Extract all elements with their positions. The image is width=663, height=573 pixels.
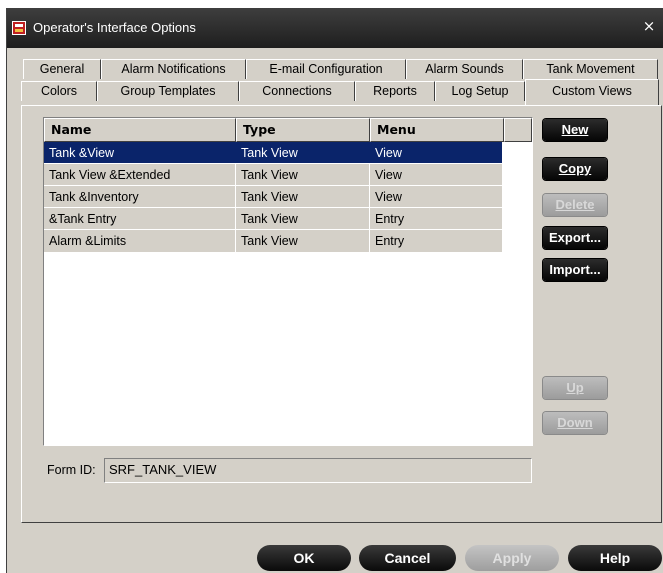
list-header: Name Type Menu xyxy=(44,118,532,142)
column-header-filler xyxy=(504,118,532,142)
import-button[interactable]: Import... xyxy=(543,259,607,281)
row-divider xyxy=(44,185,502,186)
cell-type: Tank View xyxy=(241,168,298,182)
window-title: Operator's Interface Options xyxy=(33,20,196,35)
ok-button[interactable]: OK xyxy=(257,545,351,571)
new-button[interactable]: New xyxy=(543,119,607,141)
column-header-menu[interactable]: Menu xyxy=(370,118,504,142)
new-button-label: New xyxy=(561,122,589,137)
tab-group-templates[interactable]: Group Templates xyxy=(97,81,239,101)
cell-name: Tank &Inventory xyxy=(49,190,139,204)
cell-menu: Entry xyxy=(375,234,405,248)
cell-name: Tank &View xyxy=(49,146,115,160)
row-divider xyxy=(44,229,502,230)
tab-tank-movement[interactable]: Tank Movement xyxy=(523,59,658,79)
cell-menu: View xyxy=(375,146,402,160)
row-divider xyxy=(44,207,502,208)
tab-reports[interactable]: Reports xyxy=(355,81,435,101)
move-up-button[interactable]: Up xyxy=(543,377,607,399)
tab-general[interactable]: General xyxy=(23,59,101,79)
row-divider xyxy=(44,163,502,164)
app-icon xyxy=(12,21,26,35)
cell-type: Tank View xyxy=(241,212,298,226)
list-row[interactable]: Alarm &Limits Tank View Entry xyxy=(44,230,502,252)
copy-button[interactable]: Copy xyxy=(543,158,607,180)
tab-colors[interactable]: Colors xyxy=(21,81,97,101)
tab-email-configuration[interactable]: E-mail Configuration xyxy=(246,59,406,79)
list-row[interactable]: Tank View &Extended Tank View View xyxy=(44,164,502,186)
help-button[interactable]: Help xyxy=(568,545,662,571)
title-bar[interactable]: Operator's Interface Options × xyxy=(7,8,663,48)
cell-type: Tank View xyxy=(241,190,298,204)
move-down-button-label: Down xyxy=(557,415,593,430)
cell-name: Alarm &Limits xyxy=(49,234,127,248)
cell-menu: Entry xyxy=(375,212,405,226)
apply-button[interactable]: Apply xyxy=(465,545,559,571)
tab-custom-views[interactable]: Custom Views xyxy=(525,79,659,105)
form-id-field[interactable]: SRF_TANK_VIEW xyxy=(104,458,532,483)
cell-name: &Tank Entry xyxy=(49,212,117,226)
list-row[interactable]: Tank &View Tank View View xyxy=(44,142,502,164)
cell-name: Tank View &Extended xyxy=(49,168,171,182)
cell-type: Tank View xyxy=(241,234,298,248)
tab-connections[interactable]: Connections xyxy=(239,81,355,101)
delete-button-label: Delete xyxy=(555,197,595,212)
cell-menu: View xyxy=(375,168,402,182)
custom-views-list[interactable]: Name Type Menu Tank &View Tank View View… xyxy=(43,117,533,446)
tab-alarm-sounds[interactable]: Alarm Sounds xyxy=(406,59,523,79)
cell-menu: View xyxy=(375,190,402,204)
list-row[interactable]: &Tank Entry Tank View Entry xyxy=(44,208,502,230)
options-dialog: Operator's Interface Options × General A… xyxy=(6,8,663,573)
cell-type: Tank View xyxy=(241,146,298,160)
list-row[interactable]: Tank &Inventory Tank View View xyxy=(44,186,502,208)
tab-log-setup[interactable]: Log Setup xyxy=(435,81,525,101)
close-icon[interactable]: × xyxy=(640,17,658,35)
export-button[interactable]: Export... xyxy=(543,227,607,249)
move-down-button[interactable]: Down xyxy=(543,412,607,434)
move-up-button-label: Up xyxy=(566,380,584,395)
import-button-label: Import... xyxy=(549,262,601,277)
column-header-name[interactable]: Name xyxy=(44,118,236,142)
column-header-type[interactable]: Type xyxy=(236,118,370,142)
copy-button-label: Copy xyxy=(558,161,592,176)
cancel-button[interactable]: Cancel xyxy=(359,545,456,571)
export-button-label: Export... xyxy=(548,230,601,245)
delete-button[interactable]: Delete xyxy=(543,194,607,216)
tab-alarm-notifications[interactable]: Alarm Notifications xyxy=(101,59,246,79)
form-id-label: Form ID: xyxy=(47,463,96,477)
